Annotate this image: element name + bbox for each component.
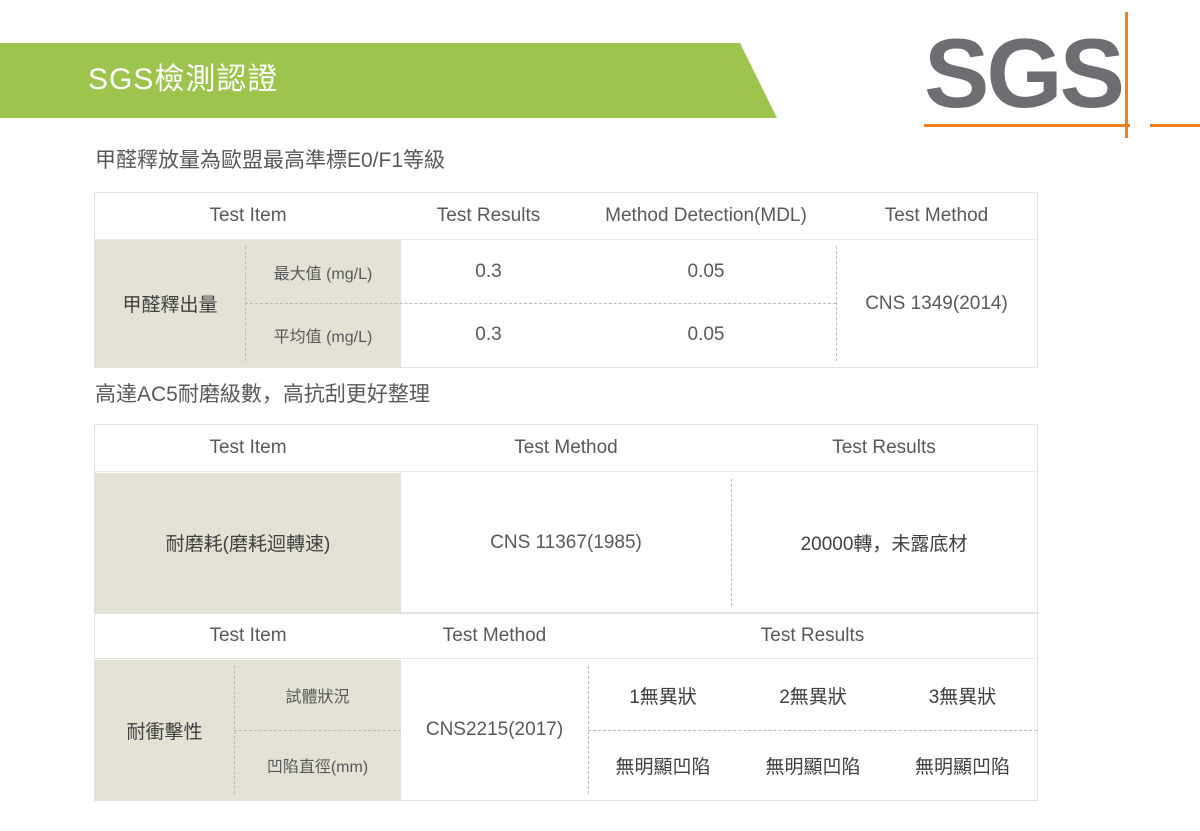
cell-result-dent-1: 無明顯凹陷	[615, 756, 711, 778]
th-test-item: Test Item	[209, 437, 287, 458]
abrasion-table: Test Item Test Method Test Results 耐磨耗(磨…	[94, 424, 1038, 613]
cell-result-dent-3: 無明顯凹陷	[914, 756, 1010, 778]
page-header: SGS檢測認證 SGS	[0, 0, 1200, 140]
th-test-item: Test Item	[209, 625, 287, 646]
th-test-results: Test Results	[832, 437, 936, 458]
cell-result-specimen-1: 1無異狀	[629, 686, 697, 708]
cell-result-specimen-3: 3無異狀	[928, 686, 997, 708]
cell-test-method: CNS 11367(1985)	[490, 531, 642, 553]
cell-test-item: 耐磨耗(磨耗迴轉速)	[165, 534, 331, 555]
section-2-caption: 高達AC5耐磨級數，高抗刮更好整理	[95, 383, 430, 406]
th-test-results: Test Results	[436, 205, 541, 226]
th-test-method: Test Method	[442, 625, 547, 646]
th-test-method: Test Method	[514, 437, 618, 458]
cell-result-specimen-2: 2無異狀	[779, 686, 847, 708]
cell-sub-label-dent: 凹陷直徑(mm)	[266, 759, 369, 776]
sgs-logo: SGS	[924, 10, 1200, 138]
cell-result-avg: 0.3	[475, 324, 502, 345]
cell-mdl-max: 0.05	[687, 260, 725, 282]
th-test-results: Test Results	[760, 625, 865, 646]
page-title: SGS檢測認證	[88, 63, 279, 96]
logo-horizontal-rule-left	[924, 124, 1130, 127]
cell-test-method: CNS 1349(2014)	[865, 292, 1008, 314]
table-header-row: Test Item Test Method Test Results	[95, 614, 1037, 659]
impact-resistance-table: Test Item Test Method Test Results 耐衝擊性 …	[94, 613, 1038, 801]
logo-vertical-rule	[1125, 12, 1128, 138]
divider-subrows-left	[234, 730, 401, 731]
cell-group-label: 甲醛釋出量	[122, 295, 218, 316]
th-test-method: Test Method	[884, 205, 989, 226]
section-1-caption: 甲醛釋放量為歐盟最高準標E0/F1等級	[95, 149, 446, 172]
cell-result-dent-2: 無明顯凹陷	[765, 756, 861, 778]
cell-mdl-avg: 0.05	[687, 324, 725, 345]
cell-test-method: CNS2215(2017)	[425, 719, 564, 740]
table-header-row: Test Item Test Results Method Detection(…	[95, 193, 1037, 240]
divider-subrows	[245, 303, 836, 304]
table-header-row: Test Item Test Method Test Results	[95, 425, 1037, 472]
logo-horizontal-rule-right	[1150, 124, 1200, 127]
th-test-item: Test Item	[209, 205, 287, 226]
cell-test-results: 20000轉，未露底材	[800, 534, 968, 555]
cell-group-label: 耐衝擊性	[126, 721, 203, 743]
cell-sub-label-avg: 平均值 (mg/L)	[273, 329, 373, 346]
cell-sub-label-specimen: 試體狀況	[285, 689, 350, 706]
sgs-logo-text: SGS	[924, 18, 1125, 128]
cell-sub-label-max: 最大值 (mg/L)	[273, 265, 373, 283]
sgs-certification-page: SGS檢測認證 SGS 甲醛釋放量為歐盟最高準標E0/F1等級 Test Ite…	[0, 0, 1200, 831]
cell-result-max: 0.3	[475, 260, 502, 282]
formaldehyde-table: Test Item Test Results Method Detection(…	[94, 192, 1038, 368]
th-method-detection: Method Detection(MDL)	[605, 205, 807, 226]
